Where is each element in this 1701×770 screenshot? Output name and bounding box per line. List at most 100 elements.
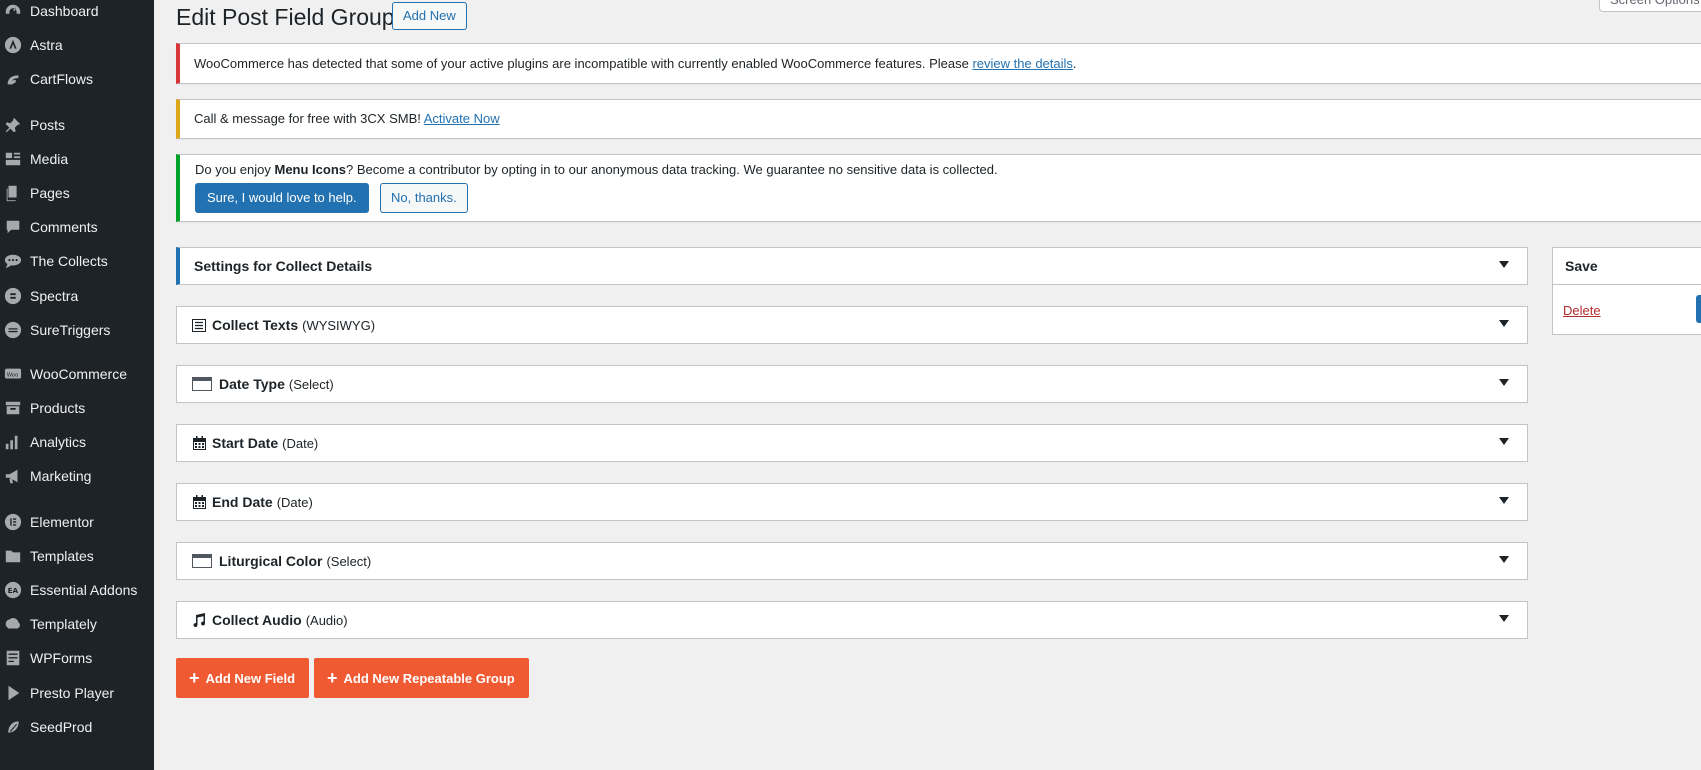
sidebar-item-cartflows[interactable]: CartFlows [0, 64, 154, 94]
sidebar-item-label: Comments [30, 219, 98, 235]
sidebar-item-astra[interactable]: Astra [0, 30, 154, 60]
add-repeatable-group-button[interactable]: + Add New Repeatable Group [314, 658, 529, 698]
sidebar-item-label: Templately [30, 616, 97, 632]
woocommerce-notice: WooCommerce has detected that some of yo… [176, 43, 1701, 84]
field-label: Collect Audio [212, 612, 302, 628]
sidebar-item-label: SeedProd [30, 719, 93, 735]
no-thanks-button[interactable]: No, thanks. [380, 183, 468, 213]
field-type: (Audio) [305, 612, 348, 628]
bar-chart-icon [3, 432, 23, 452]
toggle-arrow-icon[interactable] [1499, 261, 1509, 268]
sidebar-item-label: Presto Player [30, 685, 115, 701]
sidebar-item-label: Marketing [30, 468, 92, 484]
field-type: (Date) [282, 435, 319, 451]
calendar-icon [192, 436, 206, 450]
save-button[interactable] [1696, 295, 1701, 323]
sidebar-item-label: The Collects [30, 253, 108, 269]
comment-icon [3, 217, 23, 237]
delete-link[interactable]: Delete [1563, 303, 1601, 318]
sidebar-item-marketing[interactable]: Marketing [0, 461, 154, 491]
pushpin-icon [3, 115, 23, 135]
select-box-icon [192, 554, 212, 568]
toggle-arrow-icon[interactable] [1499, 615, 1509, 622]
sidebar-item-label: SureTriggers [30, 322, 111, 338]
field-type: (Date) [276, 494, 313, 510]
admin-sidebar: Dashboard Astra CartFlows Posts Media Pa… [0, 0, 154, 770]
suretriggers-icon [3, 320, 23, 340]
sidebar-item-pages[interactable]: Pages [0, 178, 154, 208]
sidebar-item-suretriggers[interactable]: SureTriggers [0, 315, 154, 345]
sidebar-item-label: Dashboard [30, 3, 99, 19]
field-type: (WYSIWYG) [302, 317, 376, 333]
sidebar-item-label: CartFlows [30, 71, 94, 87]
field-date-type[interactable]: Date Type (Select) [176, 365, 1528, 403]
sidebar-item-presto-player[interactable]: Presto Player [0, 678, 154, 708]
chat-bubbles-icon [3, 251, 23, 271]
field-collect-audio[interactable]: Collect Audio (Audio) [176, 601, 1528, 639]
sidebar-item-posts[interactable]: Posts [0, 110, 154, 140]
field-label: Liturgical Color [219, 553, 323, 569]
field-label: Start Date [212, 435, 279, 451]
sidebar-item-label: Astra [30, 37, 63, 53]
sidebar-item-woocommerce[interactable]: Woo WooCommerce [0, 359, 154, 389]
screen-options-tab[interactable]: Screen Options [1599, 0, 1701, 12]
add-new-field-button[interactable]: + Add New Field [176, 658, 309, 698]
toggle-arrow-icon[interactable] [1499, 438, 1509, 445]
toggle-arrow-icon[interactable] [1499, 379, 1509, 386]
sidebar-item-label: Posts [30, 117, 66, 133]
field-liturgical-color[interactable]: Liturgical Color (Select) [176, 542, 1528, 580]
sidebar-item-media[interactable]: Media [0, 144, 154, 174]
settings-box-title: Settings for Collect Details [194, 258, 373, 274]
review-details-link[interactable]: review the details [972, 56, 1072, 71]
sidebar-item-dashboard[interactable]: Dashboard [0, 0, 154, 26]
field-start-date[interactable]: Start Date (Date) [176, 424, 1528, 462]
field-label: Collect Texts [212, 317, 299, 333]
spectra-icon [3, 286, 23, 306]
sidebar-item-elementor[interactable]: Elementor [0, 507, 154, 537]
add-new-button[interactable]: Add New [392, 2, 467, 30]
sidebar-item-label: Elementor [30, 514, 94, 530]
activate-now-link[interactable]: Activate Now [424, 111, 500, 126]
notice-text: WooCommerce has detected that some of yo… [194, 56, 1077, 71]
media-icon [3, 149, 23, 169]
forms-icon [3, 648, 23, 668]
sidebar-item-wpforms[interactable]: WPForms [0, 643, 154, 673]
select-box-icon [192, 377, 212, 391]
toggle-arrow-icon[interactable] [1499, 556, 1509, 563]
sidebar-item-label: Products [30, 400, 86, 416]
sidebar-item-label: Spectra [30, 288, 79, 304]
toggle-arrow-icon[interactable] [1499, 497, 1509, 504]
settings-box[interactable]: Settings for Collect Details [176, 247, 1528, 285]
elementor-icon [3, 512, 23, 532]
toggle-arrow-icon[interactable] [1499, 320, 1509, 327]
sidebar-item-products[interactable]: Products [0, 393, 154, 423]
archive-box-icon [3, 398, 23, 418]
plus-icon: + [189, 668, 200, 688]
sidebar-item-templately[interactable]: Templately [0, 609, 154, 639]
sidebar-item-seedprod[interactable]: SeedProd [0, 712, 154, 742]
svg-text:EA: EA [8, 586, 19, 595]
sidebar-item-templates[interactable]: Templates [0, 541, 154, 571]
sidebar-item-analytics[interactable]: Analytics [0, 427, 154, 457]
sidebar-item-comments[interactable]: Comments [0, 212, 154, 242]
plus-icon: + [327, 668, 338, 688]
sidebar-item-label: Essential Addons [30, 582, 138, 598]
sidebar-item-the-collects[interactable]: The Collects [0, 246, 154, 276]
button-label: Add New Field [205, 670, 296, 686]
text-editor-icon [192, 318, 206, 332]
sidebar-item-essential-addons[interactable]: EA Essential Addons [0, 575, 154, 605]
field-collect-texts[interactable]: Collect Texts (WYSIWYG) [176, 306, 1528, 344]
presto-icon [3, 683, 23, 703]
svg-text:Woo: Woo [7, 372, 19, 378]
ea-icon: EA [3, 580, 23, 600]
cartflows-icon [3, 69, 23, 89]
opt-in-button[interactable]: Sure, I would love to help. [195, 183, 369, 213]
sidebar-item-label: WPForms [30, 650, 93, 666]
notice-text: Do you enjoy Menu Icons? Become a contri… [195, 162, 998, 177]
pages-icon [3, 183, 23, 203]
folder-icon [3, 546, 23, 566]
field-type: (Select) [326, 553, 372, 569]
field-end-date[interactable]: End Date (Date) [176, 483, 1528, 521]
sidebar-item-spectra[interactable]: Spectra [0, 281, 154, 311]
megaphone-icon [3, 466, 23, 486]
